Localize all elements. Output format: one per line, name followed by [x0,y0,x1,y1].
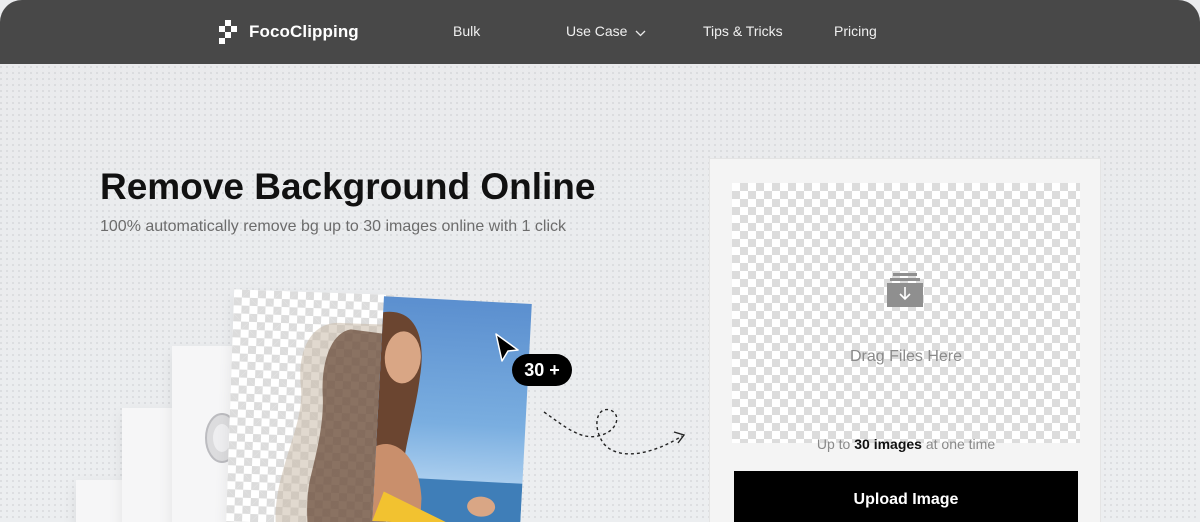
nav-pricing[interactable]: Pricing [834,23,877,39]
transparent-preview [225,289,395,522]
limit-count: 30 images [854,436,922,452]
upload-panel: Drag Files Here Up to 30 images at one t… [709,158,1101,522]
limit-prefix: Up to [816,436,855,452]
hero-illustration: 30 + [60,280,700,522]
nav-use-case[interactable]: Use Case [566,23,646,40]
person-silhouette-cutout [275,322,394,522]
upload-image-button[interactable]: Upload Image [734,471,1078,522]
logo-icon [219,20,239,44]
beach-photo [372,311,523,522]
nav-tips-tricks[interactable]: Tips & Tricks [703,23,783,39]
top-nav: FocoClipping Bulk Use Case Tips & Tricks… [0,0,1200,64]
nav-bulk[interactable]: Bulk [453,23,480,39]
chevron-down-icon [635,24,646,40]
count-badge: 30 + [512,354,572,386]
page: FocoClipping Bulk Use Case Tips & Tricks… [0,0,1200,522]
upload-box-icon [887,273,923,307]
page-title: Remove Background Online [100,166,596,207]
brand-logo[interactable]: FocoClipping [219,20,359,44]
limit-suffix: at one time [921,436,996,452]
page-subtitle: 100% automatically remove bg up to 30 im… [100,218,567,235]
brand-name: FocoClipping [249,22,359,41]
curly-arrow-icon [543,408,686,455]
upload-limit-note: Up to 30 images at one time [732,436,1080,452]
drop-zone[interactable]: Drag Files Here Up to 30 images at one t… [732,183,1080,452]
drop-instruction: Drag Files Here [849,348,963,365]
nav-use-case-label: Use Case [566,23,628,39]
original-photo [372,296,532,522]
